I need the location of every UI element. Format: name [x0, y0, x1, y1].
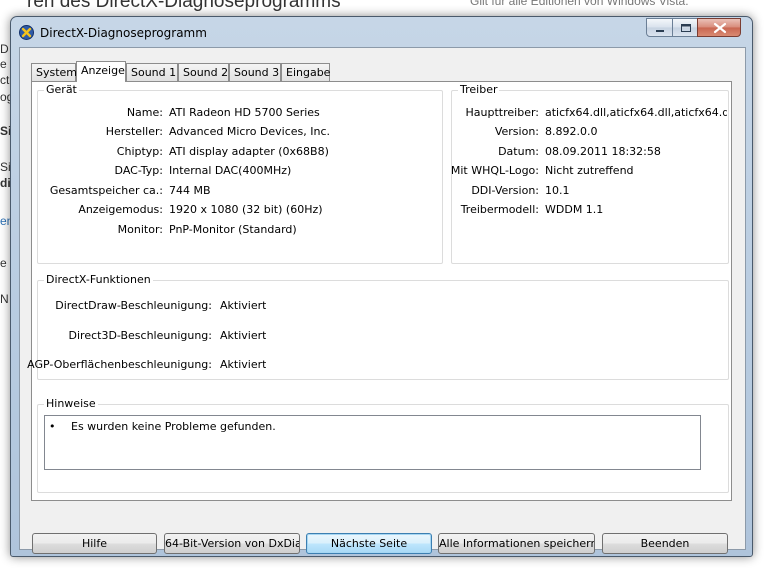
device-value-manufacturer: Advanced Micro Devices, Inc.: [169, 125, 331, 138]
driver-value-date: 08.09.2011 18:32:58: [545, 145, 661, 158]
background-text-fragment: og: [0, 90, 10, 104]
device-label-name: Name:: [126, 106, 163, 119]
tab-panel-anzeige: Gerät Name: ATI Radeon HD 5700 Series He…: [27, 81, 732, 501]
close-button[interactable]: [697, 18, 741, 37]
device-group-title: Gerät: [44, 83, 79, 96]
device-label-chip-type: Chiptyp:: [116, 145, 163, 158]
driver-label-version: Version:: [494, 125, 539, 138]
driver-label-main-driver: Haupttreiber:: [465, 106, 539, 119]
device-group: Gerät Name: ATI Radeon HD 5700 Series He…: [37, 83, 443, 264]
driver-value-driver-model: WDDM 1.1: [545, 203, 604, 216]
driver-group: Treiber Haupttreiber: aticfx64.dll,aticf…: [450, 83, 729, 264]
next-page-button[interactable]: Nächste Seite: [306, 533, 432, 554]
tab-anzeige[interactable]: Anzeige: [76, 61, 126, 82]
device-value-display-mode: 1920 x 1080 (32 bit) (60Hz): [169, 203, 323, 216]
background-page-note: Gilt für alle Editionen von Windows Vist…: [470, 0, 689, 8]
exit-button[interactable]: Beenden: [602, 533, 728, 554]
tab-system[interactable]: System: [31, 63, 77, 81]
device-value-monitor: PnP-Monitor (Standard): [169, 223, 297, 236]
background-text-fragment: di: [0, 176, 10, 190]
background-text-fragment: ctio: [0, 73, 10, 87]
directx-icon: [19, 25, 34, 40]
driver-label-driver-model: Treibermodell:: [460, 203, 539, 216]
background-text-fragment: Si: [0, 124, 10, 138]
background-page-title: ren des DirectX-Diagnoseprogramms: [27, 0, 341, 12]
notes-bullet: •: [49, 420, 56, 433]
driver-value-main-driver: aticfx64.dll,aticfx64.dll,aticfx64.dll,a: [545, 106, 727, 119]
device-label-monitor: Monitor:: [117, 223, 163, 236]
driver-value-whql-logo: Nicht zutreffend: [545, 164, 634, 177]
notes-group-title: Hinweise: [44, 397, 98, 410]
minimize-button[interactable]: [646, 18, 673, 37]
feature-label-direct3d: Direct3D-Beschleunigung:: [68, 329, 212, 342]
maximize-button[interactable]: [672, 18, 698, 37]
device-label-display-mode: Anzeigemodus:: [78, 203, 163, 216]
help-button[interactable]: Hilfe: [32, 533, 157, 554]
driver-value-version: 8.892.0.0: [545, 125, 598, 138]
device-label-dac-type: DAC-Typ:: [114, 164, 163, 177]
close-icon: [713, 22, 727, 34]
driver-group-title: Treiber: [458, 83, 500, 96]
feature-label-directdraw: DirectDraw-Beschleunigung:: [55, 299, 212, 312]
feature-value-agp-surface: Aktiviert: [220, 358, 267, 371]
feature-label-agp-surface: AGP-Oberflächenbeschleunigung:: [27, 358, 212, 371]
device-value-name: ATI Radeon HD 5700 Series: [169, 106, 320, 119]
background-text-fragment: en: [0, 214, 10, 228]
background-text-fragment: e I: [0, 256, 10, 270]
device-label-total-memory: Gesamtspeicher ca.:: [49, 184, 163, 197]
device-value-chip-type: ATI display adapter (0x68B8): [169, 145, 329, 158]
title-bar[interactable]: DirectX-Diagnoseprogramm: [11, 17, 752, 47]
maximize-icon: [681, 24, 691, 32]
background-text-fragment: Si: [0, 160, 10, 174]
driver-label-whql-logo: Mit WHQL-Logo:: [450, 164, 539, 177]
directx-features-title: DirectX-Funktionen: [44, 273, 153, 286]
tab-sound-3[interactable]: Sound 3: [229, 63, 281, 81]
window-title: DirectX-Diagnoseprogramm: [40, 26, 207, 40]
dxdiag-window: DirectX-Diagnoseprogramm System Anzeige …: [10, 16, 753, 557]
tab-sound-1[interactable]: Sound 1: [126, 63, 178, 81]
background-text-fragment: D: [0, 42, 9, 56]
directx-features-group: DirectX-Funktionen DirectDraw-Beschleuni…: [27, 273, 729, 380]
feature-value-directdraw: Aktiviert: [220, 299, 267, 312]
notes-textbox[interactable]: • Es wurden keine Probleme gefunden.: [44, 415, 701, 470]
save-all-information-button[interactable]: Alle Informationen speichern...: [438, 533, 595, 554]
tab-eingabe[interactable]: Eingabe: [281, 63, 330, 81]
notes-text: Es wurden keine Probleme gefunden.: [71, 420, 276, 433]
dialog-client-area: System Anzeige Sound 1 Sound 2 Sound 3 E…: [19, 47, 746, 554]
driver-label-ddi-version: DDI-Version:: [471, 184, 539, 197]
notes-group: Hinweise • Es wurden keine Probleme gefu…: [37, 397, 729, 493]
background-text-fragment: e f: [0, 57, 10, 71]
device-value-total-memory: 744 MB: [169, 184, 211, 197]
tab-sound-2[interactable]: Sound 2: [178, 63, 229, 81]
device-label-manufacturer: Hersteller:: [105, 125, 163, 138]
feature-value-direct3d: Aktiviert: [220, 329, 267, 342]
driver-label-date: Datum:: [498, 145, 539, 158]
minimize-icon: [656, 30, 664, 32]
64-bit-version-button[interactable]: 64-Bit-Version von DxDiag: [164, 533, 300, 554]
background-text-fragment: N: [0, 292, 9, 306]
driver-value-ddi-version: 10.1: [545, 184, 570, 197]
device-value-dac-type: Internal DAC(400MHz): [169, 164, 292, 177]
